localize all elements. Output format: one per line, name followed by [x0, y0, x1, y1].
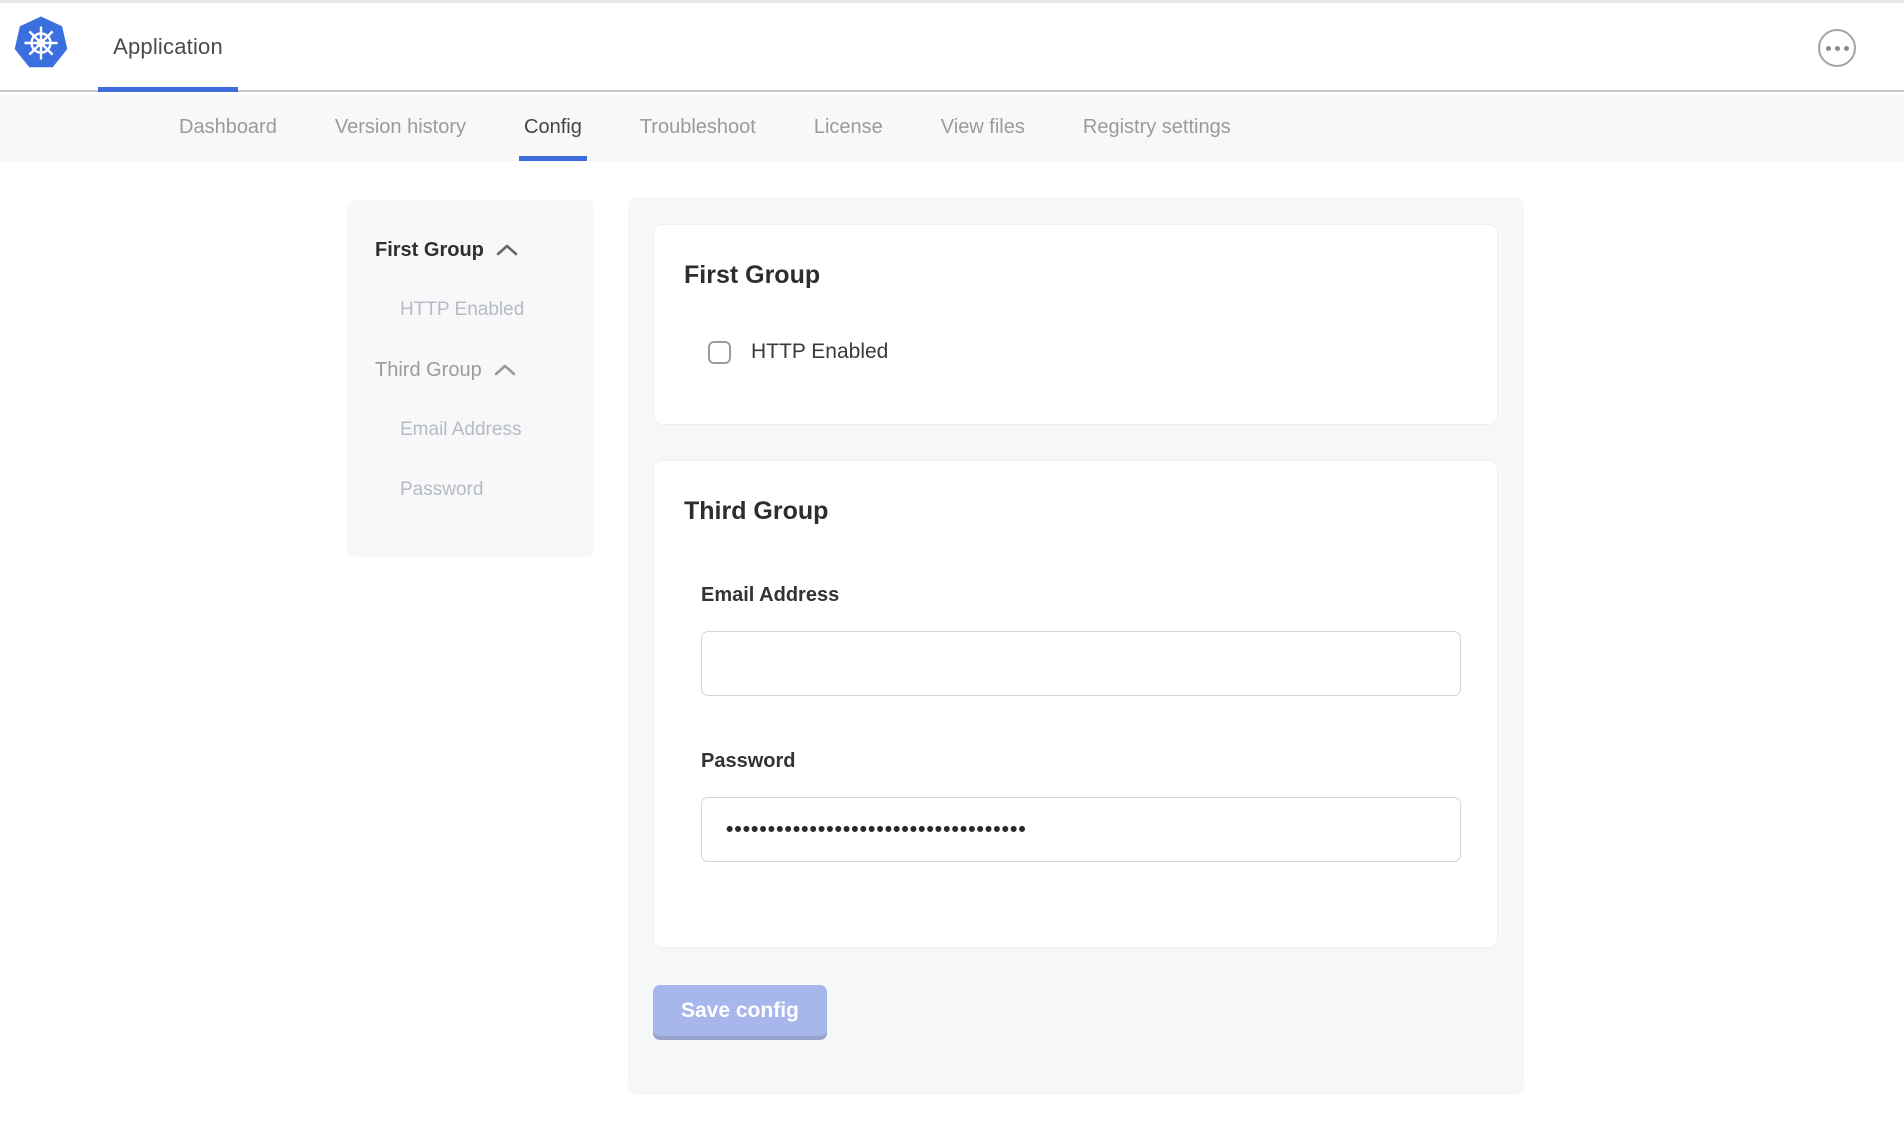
- http-enabled-label: HTTP Enabled: [751, 340, 888, 364]
- email-address-input[interactable]: [701, 631, 1461, 696]
- http-enabled-checkbox[interactable]: [708, 341, 731, 364]
- tab-troubleshoot[interactable]: Troubleshoot: [611, 94, 785, 161]
- sidebar-item-label: Password: [400, 479, 483, 501]
- email-address-field-group: Email Address: [701, 584, 1467, 696]
- active-tab-underline: [98, 87, 238, 92]
- sidebar-item-label: First Group: [375, 239, 484, 262]
- sidebar-item-label: HTTP Enabled: [400, 299, 524, 321]
- app-subnav: Dashboard Version history Config Trouble…: [0, 94, 1904, 161]
- password-input[interactable]: [701, 797, 1461, 862]
- password-label: Password: [701, 750, 1467, 773]
- group-title: First Group: [684, 261, 1467, 290]
- app-header: Application: [0, 3, 1904, 92]
- tab-config[interactable]: Config: [495, 94, 611, 161]
- config-form-panel: First Group HTTP Enabled Third Group Ema…: [628, 197, 1524, 1095]
- config-group-card-first: First Group HTTP Enabled: [653, 224, 1498, 425]
- tab-application[interactable]: Application: [98, 3, 238, 90]
- chevron-up-icon: [494, 363, 516, 377]
- tab-view-files[interactable]: View files: [912, 94, 1054, 161]
- email-address-label: Email Address: [701, 584, 1467, 607]
- application-tab-label: Application: [113, 34, 223, 60]
- sidebar-item-label: Email Address: [400, 419, 521, 441]
- password-field-group: Password: [701, 750, 1467, 862]
- tab-license[interactable]: License: [785, 94, 912, 161]
- sidebar-item-first-group[interactable]: First Group: [347, 220, 594, 280]
- group-title: Third Group: [684, 497, 1467, 526]
- config-nav-sidebar: First Group HTTP Enabled Third Group Ema…: [347, 200, 594, 557]
- admin-console-page: Application Dashboard Version history Co…: [0, 0, 1904, 1122]
- sidebar-item-password[interactable]: Password: [347, 460, 594, 520]
- tab-registry-settings[interactable]: Registry settings: [1054, 94, 1260, 161]
- chevron-up-icon: [496, 243, 518, 257]
- tab-version-history[interactable]: Version history: [306, 94, 495, 161]
- kubernetes-logo-icon: [14, 16, 68, 70]
- tab-dashboard[interactable]: Dashboard: [150, 94, 306, 161]
- sidebar-item-third-group[interactable]: Third Group: [347, 340, 594, 400]
- config-group-card-third: Third Group Email Address Password: [653, 460, 1498, 948]
- http-enabled-row: HTTP Enabled: [708, 340, 1467, 364]
- save-config-button[interactable]: Save config: [653, 985, 827, 1036]
- ellipsis-menu-icon[interactable]: [1818, 29, 1856, 67]
- sidebar-item-label: Third Group: [375, 359, 482, 382]
- sidebar-item-http-enabled[interactable]: HTTP Enabled: [347, 280, 594, 340]
- sidebar-item-email-address[interactable]: Email Address: [347, 400, 594, 460]
